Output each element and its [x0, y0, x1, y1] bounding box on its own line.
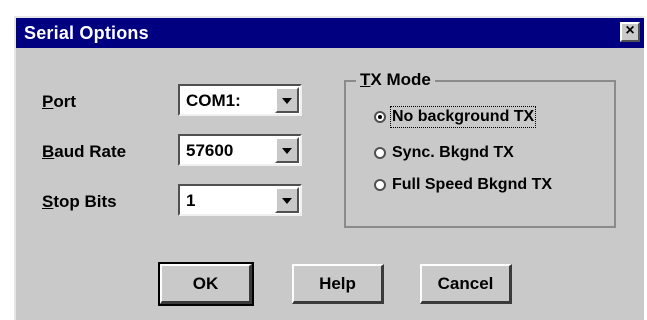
tx-mode-title: TX Mode — [356, 70, 435, 90]
port-value: COM1: — [186, 91, 241, 110]
radio-label: Sync. Bkgnd TX — [392, 144, 514, 161]
baud-rate-label: Baud Rate — [42, 142, 127, 161]
radio-sync-bkgnd-tx[interactable]: Sync. Bkgnd TX — [374, 144, 514, 162]
baud-rate-combo[interactable]: 57600 — [178, 134, 302, 166]
chevron-down-icon[interactable] — [275, 137, 299, 163]
chevron-down-icon[interactable] — [275, 87, 299, 113]
radio-unchecked-icon[interactable] — [374, 179, 386, 191]
close-icon: × — [625, 22, 635, 39]
port-label: Port — [42, 92, 77, 111]
port-combo[interactable]: COM1: — [178, 84, 302, 116]
stop-bits-value: 1 — [186, 191, 196, 210]
cancel-button[interactable]: Cancel — [420, 264, 512, 304]
radio-label: Full Speed Bkgnd TX — [392, 176, 553, 193]
radio-full-speed-bkgnd-tx[interactable]: Full Speed Bkgnd TX — [374, 176, 552, 194]
radio-unchecked-icon[interactable] — [374, 147, 386, 159]
stop-bits-label: Stop Bits — [42, 192, 117, 211]
serial-options-dialog: Serial Options × Port COM1: Baud Rate 57… — [14, 16, 644, 320]
radio-checked-icon[interactable] — [374, 111, 386, 123]
dialog-title: Serial Options — [24, 23, 149, 43]
title-bar[interactable]: Serial Options × — [16, 18, 644, 48]
ok-button[interactable]: OK — [158, 262, 254, 306]
baud-rate-value: 57600 — [186, 141, 234, 160]
chevron-down-icon[interactable] — [275, 187, 299, 213]
radio-no-background-tx[interactable]: No background TX — [374, 106, 537, 128]
close-button[interactable]: × — [620, 22, 640, 42]
help-button[interactable]: Help — [292, 264, 384, 304]
stop-bits-combo[interactable]: 1 — [178, 184, 302, 216]
radio-label: No background TX — [389, 106, 537, 128]
